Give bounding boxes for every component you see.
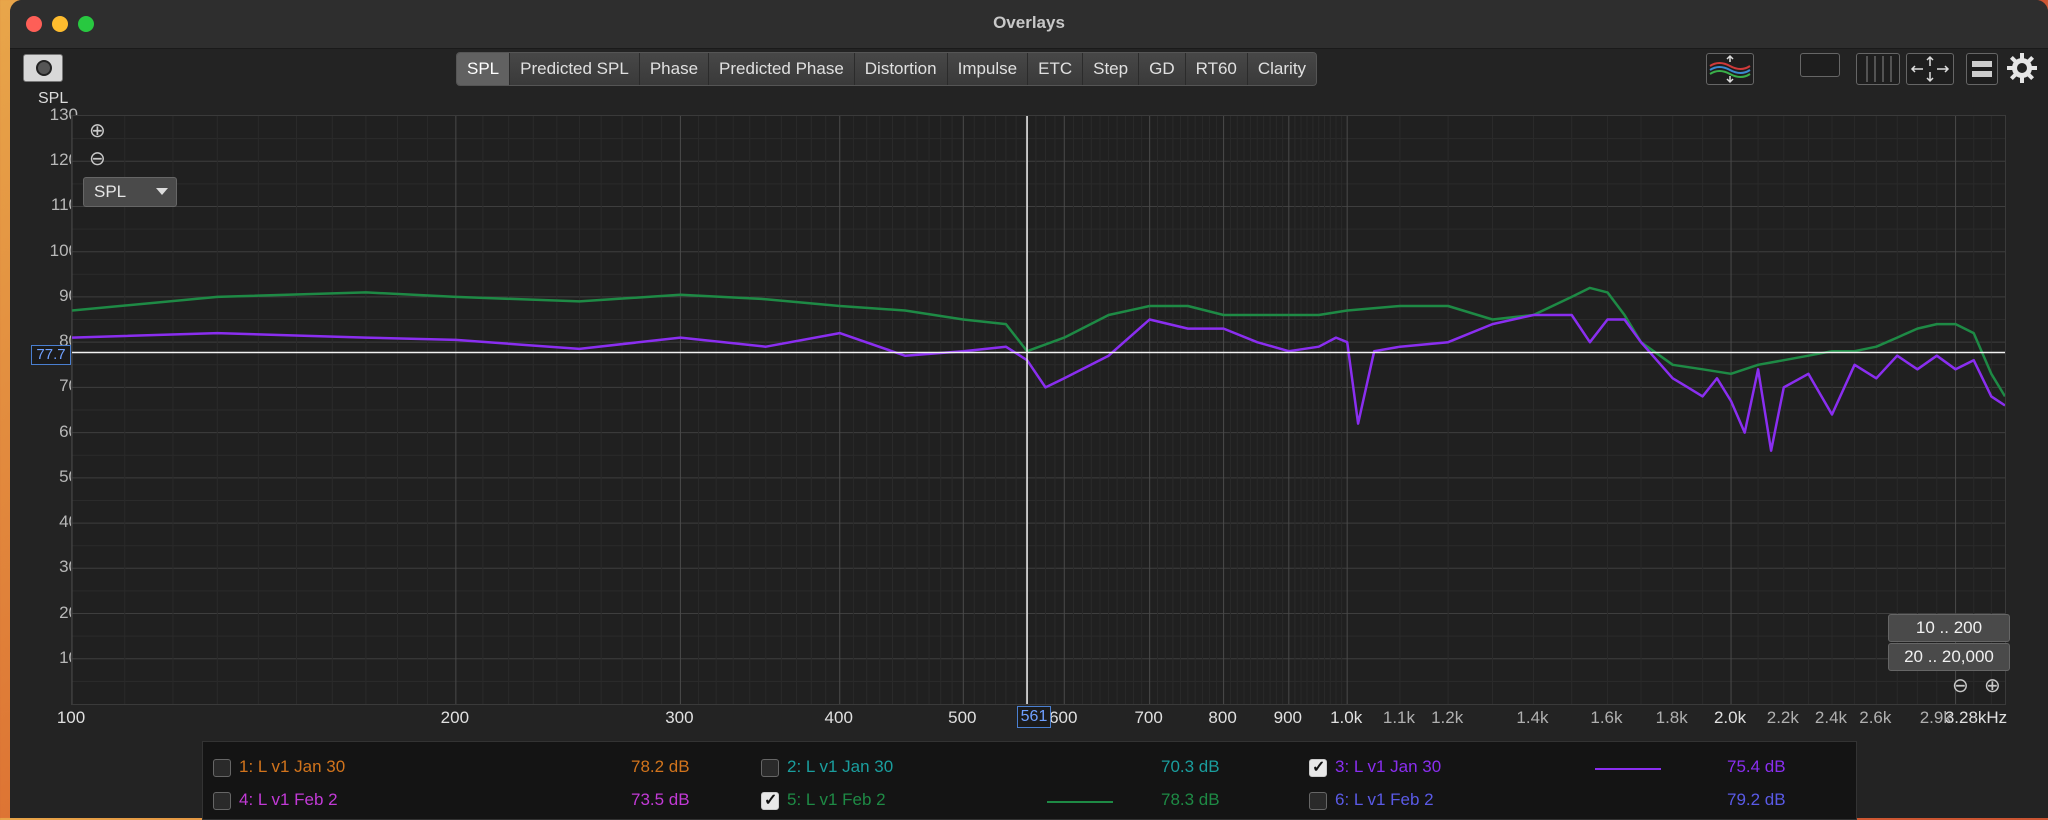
legend-label-2: 2: L v1 Jan 30 — [787, 757, 894, 776]
tab-clarity[interactable]: Clarity — [1247, 53, 1317, 85]
tab-predicted-spl[interactable]: Predicted SPL — [510, 53, 640, 85]
legend-swatch-3 — [1595, 768, 1661, 770]
legend-value-6: 79.2 dB — [1727, 790, 1786, 809]
tab-phase[interactable]: Phase — [639, 53, 710, 85]
zoom-out-icon[interactable]: ⊖ — [89, 149, 106, 169]
x-tick-label: 600 — [1049, 708, 1078, 727]
cursor-y-readout: 77.7 — [31, 345, 71, 365]
x-tick-label: 100 — [56, 708, 86, 727]
range-10-200-button[interactable]: 10 .. 200 — [1888, 614, 2010, 642]
x-tick-label: 2.6k — [1859, 708, 1892, 727]
tab-gd[interactable]: GD — [1139, 53, 1186, 85]
cursor-x-readout: 561 — [1017, 706, 1051, 728]
legend-label-5: 5: L v1 Feb 2 — [787, 790, 886, 809]
spl-graph[interactable] — [71, 116, 2007, 704]
legend-value-5: 78.3 dB — [1161, 790, 1220, 809]
zoom-out-x-icon[interactable]: ⊖ — [1952, 676, 1969, 696]
legend-value-2: 70.3 dB — [1161, 757, 1220, 776]
toolbar: SPL Predicted SPL Phase Predicted Phase … — [10, 48, 2048, 88]
legend-value-4: 73.5 dB — [631, 790, 690, 809]
fit-axes-icon[interactable] — [1906, 53, 1954, 85]
x-tick-label: 1.6k — [1590, 708, 1623, 727]
legend-value-3: 75.4 dB — [1727, 757, 1786, 776]
range-20-20000-button[interactable]: 20 .. 20,000 — [1888, 643, 2010, 671]
x-tick-label: 900 — [1273, 708, 1302, 727]
x-tick-label: 2.9k — [1919, 708, 1952, 727]
zoom-in-x-icon[interactable]: ⊕ — [1984, 676, 2001, 696]
legend-label-6: 6: L v1 Feb 2 — [1335, 790, 1434, 809]
graph-type-tabs: SPL Predicted SPL Phase Predicted Phase … — [456, 52, 1318, 86]
x-tick-label: 800 — [1208, 708, 1237, 727]
legend-label-4: 4: L v1 Feb 2 — [239, 790, 338, 809]
title-bar: Overlays — [10, 0, 2048, 49]
legend-checkbox-5[interactable] — [761, 790, 779, 810]
tab-etc[interactable]: ETC — [1028, 53, 1084, 85]
x-tick-label: 2.2k — [1766, 708, 1799, 727]
x-tick-label: 1.1k — [1382, 708, 1416, 727]
tab-distortion[interactable]: Distortion — [854, 53, 948, 85]
legend-checkbox-4[interactable] — [213, 792, 231, 810]
legend-label-1: 1: L v1 Jan 30 — [239, 757, 346, 776]
camera-icon[interactable] — [23, 54, 63, 82]
legend-checkbox-3[interactable] — [1309, 757, 1327, 777]
zoom-in-icon[interactable]: ⊕ — [89, 121, 106, 141]
x-tick-label: 1.2k — [1431, 708, 1464, 727]
spl-select[interactable]: SPL — [83, 177, 177, 207]
series-line-2 — [71, 313, 2006, 452]
legend-checkbox-1[interactable] — [213, 759, 231, 777]
spl-select-value: SPL — [94, 182, 127, 201]
legend-value-1: 78.2 dB — [631, 757, 690, 776]
window-title: Overlays — [993, 13, 1065, 32]
color-box-icon[interactable] — [1800, 53, 1840, 77]
x-tick-label: 1.0k — [1330, 708, 1363, 727]
tab-impulse[interactable]: Impulse — [947, 53, 1029, 85]
legend-swatch-5 — [1047, 801, 1113, 803]
columns-icon[interactable] — [1856, 53, 1900, 85]
tab-spl[interactable]: SPL — [457, 53, 511, 85]
chevron-down-icon — [156, 188, 168, 195]
legend-panel: 1: L v1 Jan 30 78.2 dB 2: L v1 Jan 30 70… — [202, 741, 1857, 820]
tab-predicted-phase[interactable]: Predicted Phase — [709, 53, 855, 85]
x-tick-label: 2.0k — [1713, 708, 1747, 727]
x-tick-label: 2.4k — [1814, 708, 1848, 727]
x-tick-label: 3.28kHz — [1944, 708, 2008, 727]
x-tick-label: 1.8k — [1655, 708, 1688, 727]
gear-icon[interactable] — [2006, 52, 2038, 84]
tab-rt60[interactable]: RT60 — [1185, 53, 1248, 85]
x-tick-label: 1.4k — [1516, 708, 1549, 727]
x-tick-label: 500 — [948, 708, 977, 727]
x-tick-label: 700 — [1134, 708, 1163, 727]
x-tick-label: 200 — [440, 708, 470, 727]
legend-label-3: 3: L v1 Jan 30 — [1335, 757, 1442, 776]
overlay-style-icon[interactable] — [1706, 53, 1754, 85]
panel-icon[interactable] — [1966, 53, 1998, 85]
legend-checkbox-2[interactable] — [761, 759, 779, 777]
tab-step[interactable]: Step — [1083, 53, 1140, 85]
x-tick-label: 300 — [665, 708, 694, 727]
legend-checkbox-6[interactable] — [1309, 792, 1327, 810]
x-tick-label: 400 — [824, 708, 853, 727]
spl-plot-area[interactable] — [71, 115, 2007, 705]
